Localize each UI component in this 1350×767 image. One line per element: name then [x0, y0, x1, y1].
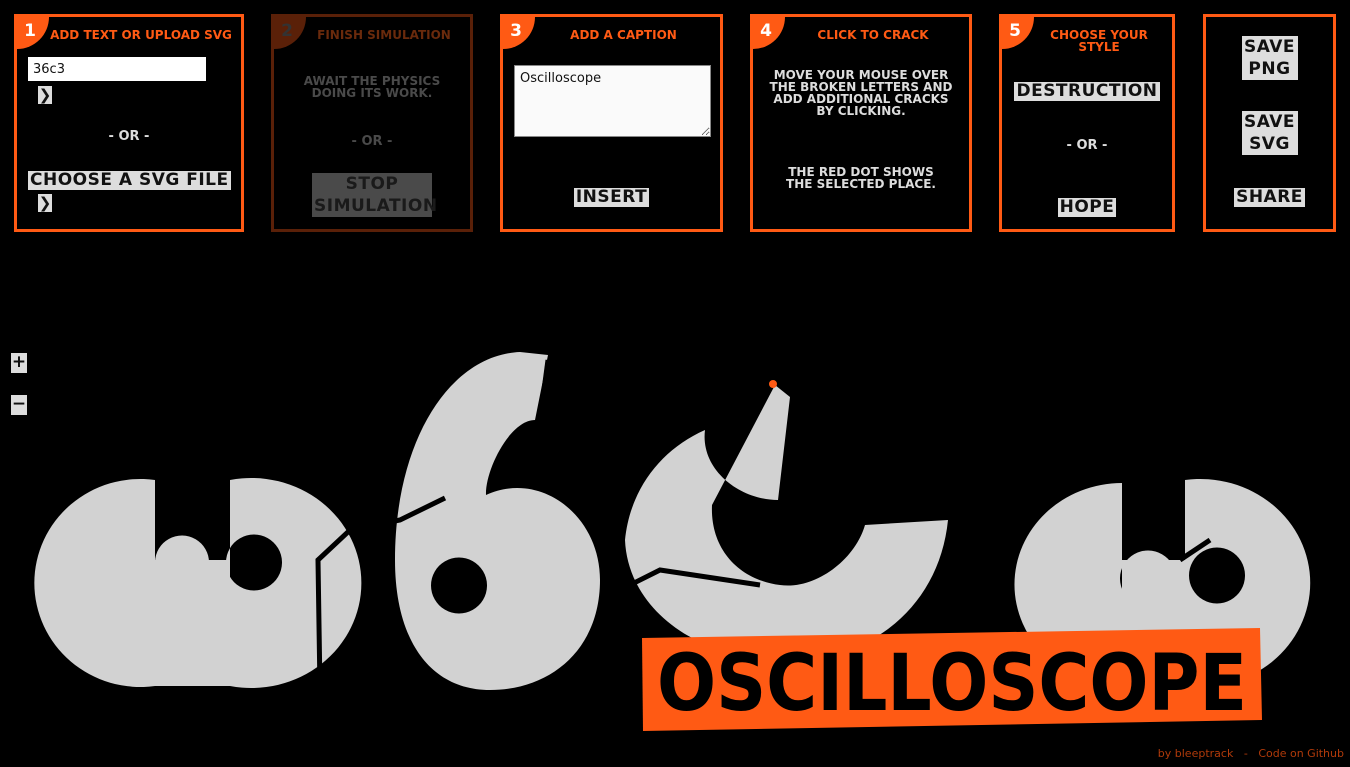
step-2-panel: 2 Finish simulation Await the physics do…: [271, 14, 473, 232]
await-physics-text: Await the physics doing its work.: [303, 74, 441, 100]
actions-panel: Save PNG Save SVG Share: [1203, 14, 1336, 232]
step-number: 4: [753, 17, 785, 49]
step-title: Add a caption: [570, 28, 677, 42]
share-button[interactable]: Share: [1234, 188, 1305, 207]
step-3-panel: 3 Add a caption Oscilloscope Insert: [500, 14, 723, 232]
destruction-style-button[interactable]: Destruction: [1014, 82, 1160, 101]
save-png-wrap: Save PNG: [1206, 36, 1333, 80]
step-1-panel: 1 Add text or upload SVG ❯ - or - Choose…: [14, 14, 244, 232]
zoom-out-button[interactable]: −: [11, 395, 27, 415]
chevron-right-icon: ❯: [38, 86, 52, 104]
step-title: Add text or upload SVG: [50, 28, 232, 42]
style-2-wrap: Hope: [1002, 197, 1172, 217]
hope-style-button[interactable]: Hope: [1057, 198, 1117, 217]
red-dot-hint: The red dot shows the selected place.: [786, 165, 936, 191]
or-separator: - or -: [1066, 138, 1108, 153]
or-separator: - or -: [108, 129, 150, 144]
save-svg-wrap: Save SVG: [1206, 111, 1333, 155]
caption-banner: OSCILLOSCOPE: [642, 628, 1262, 731]
style-1-wrap: Destruction: [1002, 81, 1172, 101]
step-number: 1: [17, 17, 49, 49]
submit-file-button[interactable]: ❯: [38, 194, 52, 212]
footer: by bleeptrack - Code on Github: [1158, 747, 1344, 760]
text-input[interactable]: [28, 57, 206, 81]
save-svg-button[interactable]: Save SVG: [1241, 111, 1298, 155]
stop-simulation-wrap: Stop simulation: [274, 173, 470, 217]
caption-textarea[interactable]: Oscilloscope: [514, 65, 711, 137]
step-number: 2: [274, 17, 306, 49]
step-title: Click to crack: [817, 28, 929, 42]
step-5-panel: 5 Choose your style Destruction - or - H…: [999, 14, 1175, 232]
insert-wrap: Insert: [503, 187, 720, 207]
or-separator: - or -: [351, 134, 393, 149]
zoom-in-button[interactable]: +: [11, 353, 27, 373]
choose-svg-file-button[interactable]: Choose a SVG file: [28, 171, 231, 190]
submit-text-button[interactable]: ❯: [38, 86, 52, 104]
crack-lines: [315, 359, 1212, 691]
step-title: Finish simulation: [317, 28, 451, 42]
selected-crack-dot: [769, 380, 777, 388]
stop-simulation-button[interactable]: Stop simulation: [312, 173, 437, 217]
save-png-button[interactable]: Save PNG: [1241, 36, 1298, 80]
cracked-letters: [34, 352, 1311, 690]
footer-separator: -: [1243, 747, 1248, 760]
github-link[interactable]: Code on Github: [1258, 747, 1344, 760]
caption-banner-text: OSCILLOSCOPE: [657, 639, 1247, 729]
insert-caption-button[interactable]: Insert: [573, 188, 650, 207]
step-4-panel: 4 Click to crack Move your mouse over th…: [750, 14, 972, 232]
step-number: 3: [503, 17, 535, 49]
crack-instructions: Move your mouse over the broken letters …: [769, 68, 953, 118]
author-link[interactable]: by bleeptrack: [1158, 747, 1234, 760]
share-wrap: Share: [1206, 187, 1333, 207]
chevron-right-icon: ❯: [38, 194, 52, 212]
